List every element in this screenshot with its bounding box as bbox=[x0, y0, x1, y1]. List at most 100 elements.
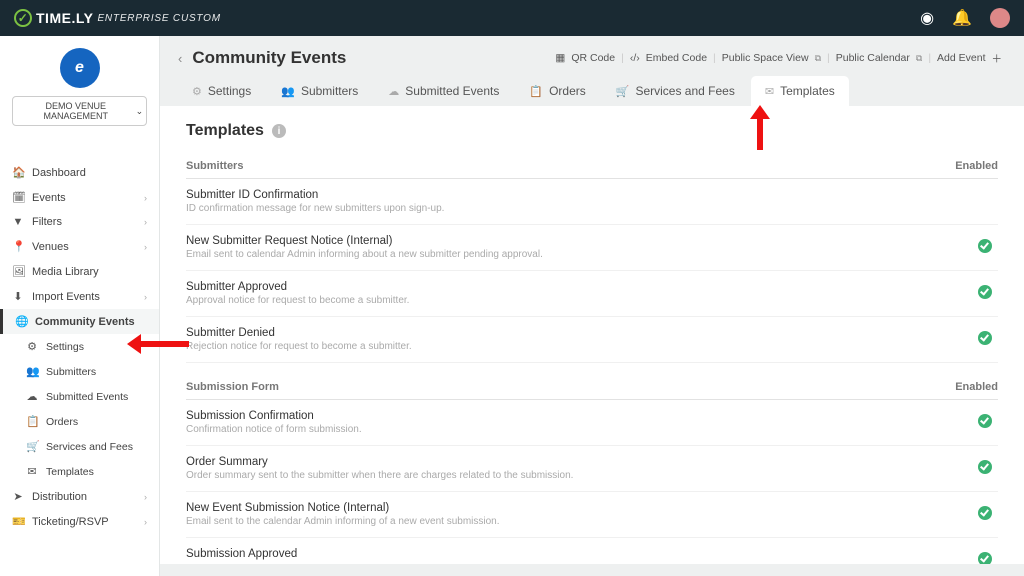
template-row[interactable]: New Event Submission Notice (Internal) Em… bbox=[186, 492, 998, 538]
enabled-icon bbox=[978, 506, 992, 520]
tab-submitted-events[interactable]: ☁Submitted Events bbox=[374, 76, 513, 106]
sidebar-sub-submitters[interactable]: 👥Submitters bbox=[0, 359, 159, 384]
sidebar-item-ticketing[interactable]: 🎫Ticketing/RSVP› bbox=[0, 509, 159, 534]
template-name: Submission Confirmation bbox=[186, 410, 362, 422]
tabs: ⚙Settings 👥Submitters ☁Submitted Events … bbox=[160, 76, 1024, 106]
enabled-icon bbox=[978, 460, 992, 474]
sidebar-item-label: Distribution bbox=[32, 491, 87, 503]
sidebar-item-filters[interactable]: ▼Filters› bbox=[0, 210, 159, 234]
template-name: New Submitter Request Notice (Internal) bbox=[186, 235, 543, 247]
public-calendar-action[interactable]: Public Calendar bbox=[836, 52, 910, 64]
enabled-icon bbox=[978, 331, 992, 345]
sidebar-item-distribution[interactable]: ➤Distribution› bbox=[0, 484, 159, 509]
gear-icon: ⚙ bbox=[192, 85, 202, 98]
brand: ✓ TIME.LY ENTERPRISE CUSTOM bbox=[14, 9, 221, 27]
section-title: Submission Form bbox=[186, 381, 279, 393]
qr-action[interactable]: QR Code bbox=[571, 52, 615, 64]
image-icon: 🖼 bbox=[12, 265, 24, 278]
enabled-header: Enabled bbox=[955, 160, 998, 172]
sidebar-sub-services-fees[interactable]: 🛒 Services and Fees bbox=[0, 434, 159, 459]
template-name: Submitter Approved bbox=[186, 281, 409, 293]
template-row[interactable]: Submitter ID Confirmation ID confirmation… bbox=[186, 179, 998, 225]
add-event-action[interactable]: Add Event bbox=[937, 52, 985, 64]
calendar-icon: 🗓 bbox=[12, 191, 24, 204]
template-row[interactable]: Order SummaryOrder summary sent to the s… bbox=[186, 446, 998, 492]
template-row[interactable]: Submitter DeniedRejection notice for req… bbox=[186, 317, 998, 363]
sidebar-item-import[interactable]: ⬇ Import Events › bbox=[0, 284, 159, 309]
home-icon: 🏠 bbox=[12, 166, 24, 179]
sidebar-item-dashboard[interactable]: 🏠Dashboard bbox=[0, 160, 159, 185]
sidebar-item-label: Submitters bbox=[46, 366, 96, 378]
page-head: ‹ Community Events ▦QR Code| ‹/›Embed Co… bbox=[160, 36, 1024, 76]
template-desc: Email sent to the calendar Admin informi… bbox=[186, 516, 500, 527]
tab-services-fees[interactable]: 🛒Services and Fees bbox=[602, 76, 749, 106]
external-link-icon: ⧉ bbox=[815, 53, 821, 64]
org-block: e DEMO VENUE MANAGEMENT ⌄ bbox=[0, 36, 159, 138]
sidebar-item-events[interactable]: 🗓Events› bbox=[0, 185, 159, 210]
chevron-right-icon: › bbox=[144, 517, 147, 527]
template-desc: ID confirmation message for new submitte… bbox=[186, 203, 444, 214]
template-name: New Event Submission Notice (Internal) bbox=[186, 502, 500, 514]
pin-icon: 📍 bbox=[12, 240, 24, 253]
sidebar-sub-templates[interactable]: ✉Templates bbox=[0, 459, 159, 484]
tab-label: Settings bbox=[208, 84, 251, 98]
sidebar-item-venues[interactable]: 📍Venues› bbox=[0, 234, 159, 259]
cart-icon: 🛒 bbox=[26, 440, 38, 453]
sidebar-item-label: Community Events bbox=[35, 316, 135, 328]
brand-edition: ENTERPRISE CUSTOM bbox=[97, 13, 220, 24]
sidebar-item-label: Ticketing/RSVP bbox=[32, 516, 109, 528]
sidebar-item-label: Import Events bbox=[32, 291, 100, 303]
support-icon[interactable]: ◉ bbox=[920, 8, 934, 28]
gear-icon: ⚙ bbox=[26, 340, 38, 353]
tab-label: Services and Fees bbox=[635, 84, 734, 98]
sidebar-item-label: Media Library bbox=[32, 266, 99, 278]
plus-icon: ＋ bbox=[992, 51, 1003, 66]
template-name: Submitter ID Confirmation bbox=[186, 189, 444, 201]
template-row[interactable]: Submission ConfirmationConfirmation noti… bbox=[186, 400, 998, 446]
sidebar-item-label: Filters bbox=[32, 216, 62, 228]
sidebar-item-label: Services and Fees bbox=[46, 441, 133, 453]
info-icon[interactable]: i bbox=[272, 124, 286, 138]
page-title: Community Events bbox=[192, 48, 346, 68]
template-desc: Email sent to calendar Admin informing a… bbox=[186, 249, 543, 260]
template-row[interactable]: New Submitter Request Notice (Internal) E… bbox=[186, 225, 998, 271]
org-select-label: DEMO VENUE MANAGEMENT bbox=[16, 101, 136, 121]
chevron-right-icon: › bbox=[144, 492, 147, 502]
template-name: Order Summary bbox=[186, 456, 573, 468]
filter-icon: ▼ bbox=[12, 216, 24, 228]
back-button[interactable]: ‹ bbox=[178, 51, 182, 66]
tab-submitters[interactable]: 👥Submitters bbox=[267, 76, 372, 106]
sidebar-item-label: Orders bbox=[46, 416, 78, 428]
chevron-right-icon: › bbox=[144, 292, 147, 302]
sidebar-sub-settings[interactable]: ⚙Settings bbox=[0, 334, 159, 359]
template-row[interactable]: Submission Approved bbox=[186, 538, 998, 564]
download-icon: ⬇ bbox=[12, 290, 24, 303]
sidebar-sub-orders[interactable]: 📋Orders bbox=[0, 409, 159, 434]
template-name: Submission Approved bbox=[186, 548, 297, 560]
tab-settings[interactable]: ⚙ Settings bbox=[178, 76, 265, 106]
bell-icon[interactable]: 🔔 bbox=[952, 8, 972, 28]
sidebar-item-community-events[interactable]: 🌐Community Events bbox=[0, 309, 159, 334]
section-title: Submitters bbox=[186, 160, 243, 172]
public-space-action[interactable]: Public Space View bbox=[722, 52, 809, 64]
cloud-icon: ☁ bbox=[388, 85, 399, 98]
embed-action[interactable]: Embed Code bbox=[646, 52, 707, 64]
tab-orders[interactable]: 📋Orders bbox=[515, 76, 599, 106]
brand-mark-icon: ✓ bbox=[14, 9, 32, 27]
external-link-icon: ⧉ bbox=[916, 53, 922, 64]
sidebar: e DEMO VENUE MANAGEMENT ⌄ 🏠Dashboard 🗓Ev… bbox=[0, 36, 160, 576]
chevron-right-icon: › bbox=[144, 193, 147, 203]
panel-title: Templates i bbox=[186, 122, 998, 140]
tab-label: Submitters bbox=[301, 84, 358, 98]
topbar: ✓ TIME.LY ENTERPRISE CUSTOM ◉ 🔔 bbox=[0, 0, 1024, 36]
clipboard-icon: 📋 bbox=[529, 85, 543, 98]
template-row[interactable]: Submitter ApprovedApproval notice for re… bbox=[186, 271, 998, 317]
sidebar-sub-submitted-events[interactable]: ☁Submitted Events bbox=[0, 384, 159, 409]
sidebar-item-label: Venues bbox=[32, 241, 69, 253]
chevron-down-icon: ⌄ bbox=[136, 106, 144, 117]
brand-name: TIME.LY bbox=[36, 10, 93, 26]
sidebar-item-media[interactable]: 🖼 Media Library bbox=[0, 259, 159, 284]
tab-templates[interactable]: ✉Templates bbox=[751, 76, 849, 106]
org-select[interactable]: DEMO VENUE MANAGEMENT ⌄ bbox=[12, 96, 147, 126]
avatar[interactable] bbox=[990, 8, 1010, 28]
